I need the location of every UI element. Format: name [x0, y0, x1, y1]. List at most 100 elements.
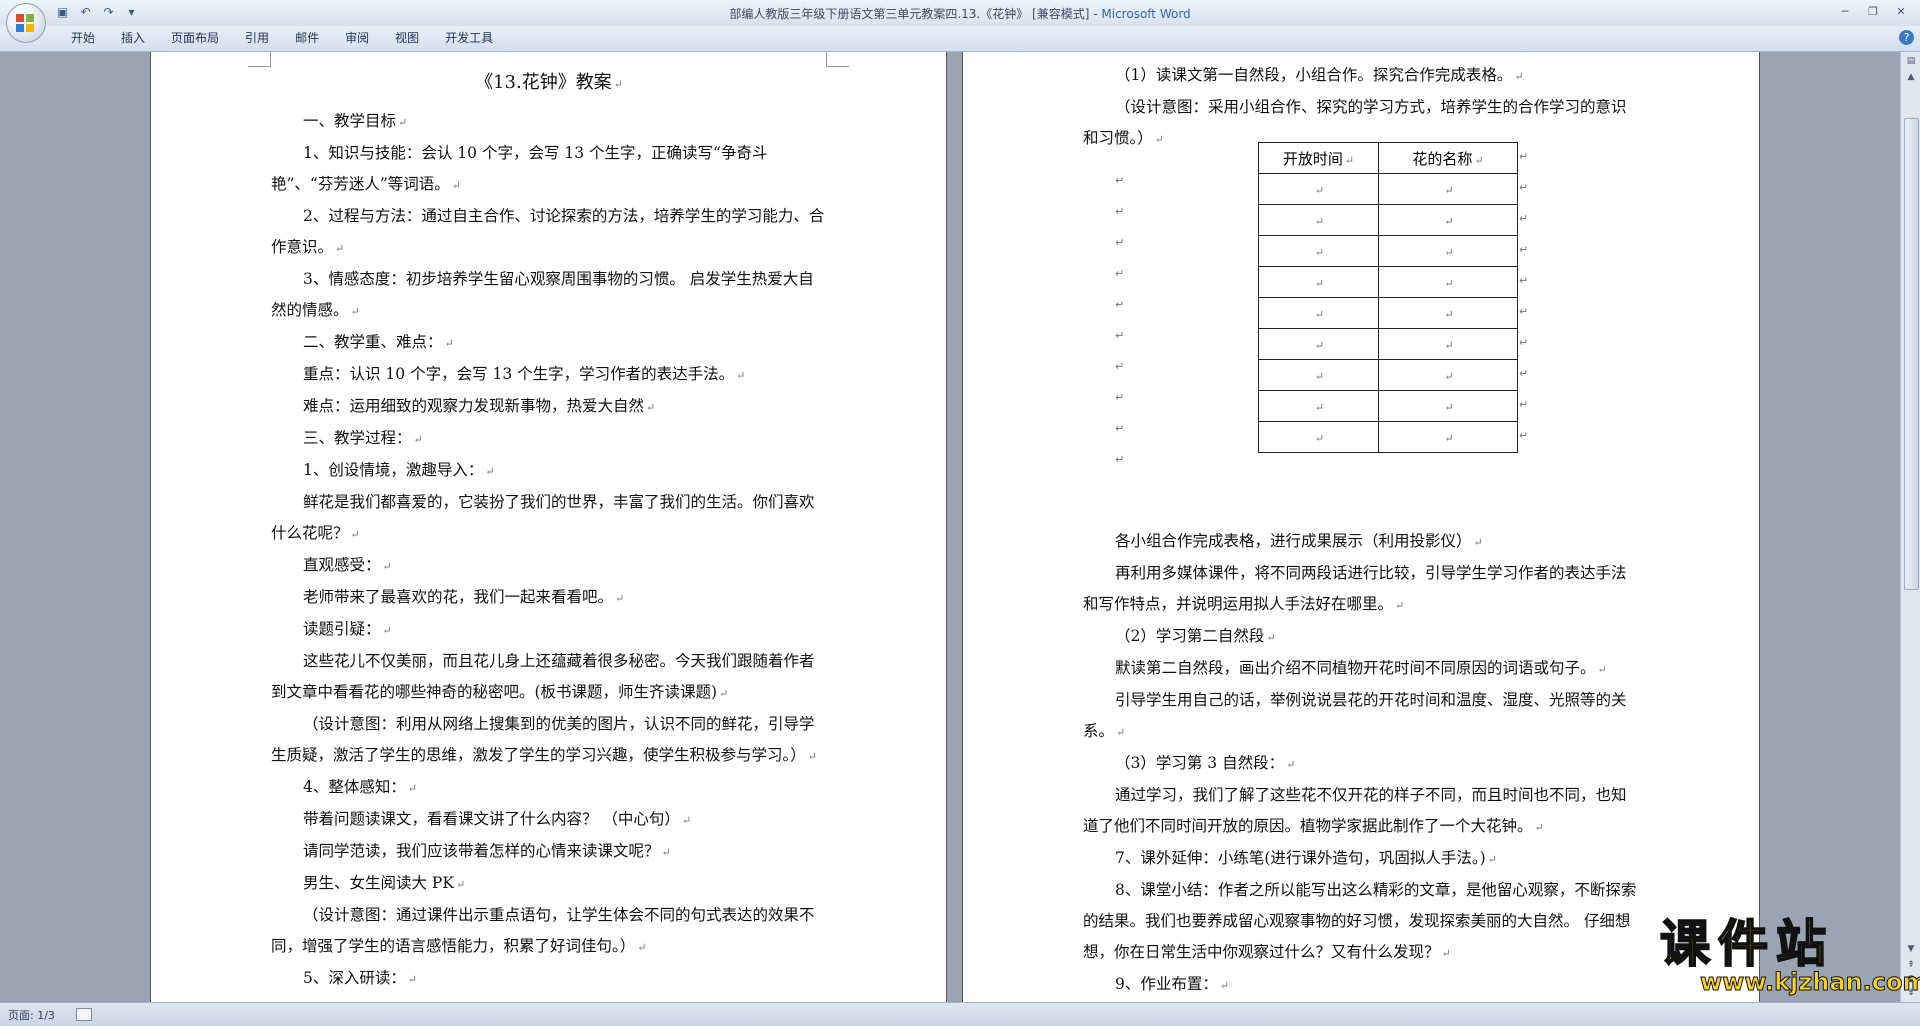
- paragraph: （3）学习第 3 自然段： ↵: [1083, 748, 1639, 780]
- table-cell[interactable]: ↵: [1378, 297, 1518, 329]
- table-cell[interactable]: ↵: [1258, 266, 1379, 298]
- table-cell[interactable]: ↵: [1378, 235, 1518, 267]
- row-end-mark: ↵: [1519, 429, 1529, 442]
- ribbon-tab[interactable]: 插入: [108, 30, 158, 47]
- paragraph-mark: ↵: [444, 337, 454, 350]
- paragraph-text: 男生、女生阅读大 PK: [303, 874, 454, 892]
- status-bar: 页面: 1/3: [0, 1002, 1920, 1026]
- table-cell[interactable]: ↵: [1258, 359, 1379, 391]
- paragraph-mark: ↵: [1286, 758, 1296, 771]
- table-cell[interactable]: ↵: [1378, 204, 1518, 236]
- table-header-cell[interactable]: 花的名称 ↵: [1378, 142, 1518, 174]
- table-cell[interactable]: ↵: [1258, 173, 1379, 205]
- paragraph: 带着问题读课文，看看课文讲了什么内容？ （中心句） ↵: [271, 804, 827, 836]
- row-end-mark: ↵: [1519, 181, 1529, 194]
- page-2-body[interactable]: （1）读课文第一自然段，小组合作。探究合作完成表格。 ↵ （设计意图：采用小组合作、…: [1083, 60, 1639, 155]
- table-cell[interactable]: ↵: [1378, 359, 1518, 391]
- paragraph-mark: ↵: [407, 973, 418, 986]
- close-icon[interactable]: ✕: [1888, 3, 1914, 21]
- paragraph: 8、课堂小结：作者之所以能写出这么精彩的文章，是他留心观察，不断探索的结果。我们…: [1083, 875, 1639, 969]
- ribbon-tab[interactable]: 开发工具: [432, 30, 506, 47]
- watermark-url-text: www.kjzhan.com: [1700, 968, 1920, 996]
- ribbon-tab[interactable]: 邮件: [282, 30, 332, 47]
- table-cell[interactable]: ↵: [1258, 297, 1379, 329]
- page-2-body-continued[interactable]: 各小组合作完成表格，进行成果展示（利用投影仪） ↵ 再利用多媒体课件，将不同两段话进…: [1083, 526, 1639, 1002]
- table-header-cell[interactable]: 开放时间 ↵: [1258, 142, 1379, 174]
- paragraph-text: 老师带来了最喜欢的花，我们一起来看看吧。: [303, 588, 614, 606]
- paragraph-mark: ↵: [451, 179, 461, 192]
- scroll-up-icon[interactable]: ▲: [1904, 70, 1918, 84]
- cell-mark: ↵: [1314, 184, 1325, 197]
- scroll-down-icon[interactable]: ▼: [1904, 942, 1918, 956]
- ribbon-tab[interactable]: 视图: [382, 30, 432, 47]
- table-cell[interactable]: ↵: [1258, 328, 1379, 360]
- watermark-main-text: 课件站: [1659, 915, 1834, 973]
- paragraph-text: 一、教学目标: [303, 112, 397, 130]
- left-page-paragraphs: 一、教学目标 ↵ 1、知识与技能：会认 10 个字，会写 13 个生字，正确读写“争…: [271, 106, 827, 995]
- paragraph: （2）学习第二自然段 ↵: [1083, 621, 1639, 653]
- paragraph-mark: ↵: [736, 369, 746, 382]
- table-cell[interactable]: ↵: [1378, 173, 1518, 205]
- paragraph: 一、教学目标 ↵: [271, 106, 827, 138]
- table-cell[interactable]: ↵: [1378, 328, 1518, 360]
- paragraph: 鲜花是我们都喜爱的，它装扮了我们的世界，丰富了我们的生活。你们喜欢什么花呢？ ↵: [271, 487, 827, 550]
- cell-mark: ↵: [1314, 401, 1325, 414]
- paragraph-text: （设计意图：采用小组合作、探究的学习方式，培养学生的合作学习的意识和习惯。）: [1083, 98, 1627, 147]
- office-button[interactable]: [6, 3, 46, 43]
- paragraph-mark: ↵: [637, 941, 647, 954]
- watermark-logo: 课件站 www.kjzhan.com: [1659, 915, 1920, 1004]
- row-end-mark: ↵: [1519, 212, 1529, 225]
- cell-mark: ↵: [1444, 401, 1454, 414]
- table-cell[interactable]: ↵: [1258, 390, 1379, 422]
- paragraph-text: 重点：认识 10 个字，会写 13 个生字，学习作者的表达手法。: [303, 365, 735, 383]
- ruler-toggle-icon[interactable]: ▤: [1904, 54, 1918, 68]
- ribbon-tab[interactable]: 审阅: [332, 30, 382, 47]
- row-end-mark: ↵: [1519, 336, 1529, 349]
- row-end-mark: ↵: [1519, 305, 1529, 318]
- paragraph-mark: ↵: [646, 401, 656, 414]
- paragraph-mark: ↵: [350, 528, 360, 541]
- restore-icon[interactable]: ❐: [1860, 3, 1886, 21]
- vertical-scrollbar[interactable]: ▤ ▲ ▼ ⇞ ● ⇟: [1900, 52, 1920, 1002]
- paragraph-mark: ↵: [382, 560, 392, 573]
- paragraph-mark: ↵: [1597, 663, 1607, 676]
- minimize-icon[interactable]: ─: [1832, 3, 1858, 21]
- margin-corner-mark: [826, 52, 849, 67]
- paragraph: 老师带来了最喜欢的花，我们一起来看看吧。 ↵: [271, 582, 827, 614]
- ribbon-tab[interactable]: 页面布局: [158, 30, 232, 47]
- row-end-mark: ↵: [1519, 243, 1529, 256]
- table-cell[interactable]: ↵: [1258, 204, 1379, 236]
- paragraph-mark: ↵: [455, 878, 466, 891]
- table-cell[interactable]: ↵: [1378, 421, 1518, 453]
- paragraph-text: 这些花儿不仅美丽，而且花儿身上还蕴藏着很多秘密。今天我们跟随着作者到文章中看看花…: [271, 652, 815, 701]
- ribbon-tab[interactable]: 引用: [232, 30, 282, 47]
- cell-mark: ↵: [1444, 308, 1454, 321]
- header-text: 花的名称: [1412, 149, 1473, 168]
- scrollbar-thumb[interactable]: [1904, 118, 1919, 590]
- ribbon-tab[interactable]: 开始: [58, 30, 108, 47]
- paragraph: 5、深入研读： ↵: [271, 963, 827, 995]
- flower-time-table[interactable]: 开放时间 ↵ 花的名称 ↵ ↵ ↵ ↵ ↵ ↵ ↵ ↵ ↵ ↵ ↵ ↵ ↵ ↵ ↵ ↵ ↵ ↵ ↵: [1258, 142, 1518, 453]
- table-row: ↵ ↵: [1258, 421, 1518, 453]
- table-cell[interactable]: ↵: [1258, 235, 1379, 267]
- paragraph-text: 通过学习，我们了解了这些花不仅开花的样子不同，而且时间也不同，也知道了他们不同时…: [1083, 786, 1627, 835]
- paragraph: 2、过程与方法：通过自主合作、讨论探索的方法，培养学生的学习能力、合作意识。 ↵: [271, 201, 827, 264]
- proofing-status-icon[interactable]: [76, 1008, 92, 1021]
- table-header-row: 开放时间 ↵ 花的名称 ↵: [1258, 142, 1518, 174]
- paragraph-text: 默读第二自然段，画出介绍不同植物开花时间不同原因的词语或句子。: [1115, 659, 1596, 677]
- paragraph-mark: ↵: [382, 624, 392, 637]
- paragraph-mark: ↵: [1115, 267, 1125, 280]
- cell-mark: ↵: [1314, 339, 1325, 352]
- table-cell[interactable]: ↵: [1258, 421, 1379, 453]
- paragraph-mark: ↵: [1115, 422, 1125, 435]
- table-cell[interactable]: ↵: [1378, 266, 1518, 298]
- table-cell[interactable]: ↵: [1378, 390, 1518, 422]
- title-separator: -: [1089, 7, 1102, 21]
- row-end-mark: ↵: [1519, 367, 1529, 380]
- paragraph-text: 再利用多媒体课件，将不同两段话进行比较，引导学生学习作者的表达手法和写作特点，并…: [1083, 564, 1627, 613]
- paragraph: 1、知识与技能：会认 10 个字，会写 13 个生字，正确读写“争奇斗艳”、“芬…: [271, 138, 827, 201]
- page-count-indicator[interactable]: 页面: 1/3: [8, 1007, 55, 1023]
- page-1-body[interactable]: 《13.花钟》教案 ↵ 一、教学目标 ↵ 1、知识与技能：会认 10 个字，会写 13…: [271, 60, 827, 995]
- help-icon[interactable]: ?: [1899, 30, 1914, 45]
- paragraph-text: 带着问题读课文，看看课文讲了什么内容？ （中心句）: [303, 810, 680, 828]
